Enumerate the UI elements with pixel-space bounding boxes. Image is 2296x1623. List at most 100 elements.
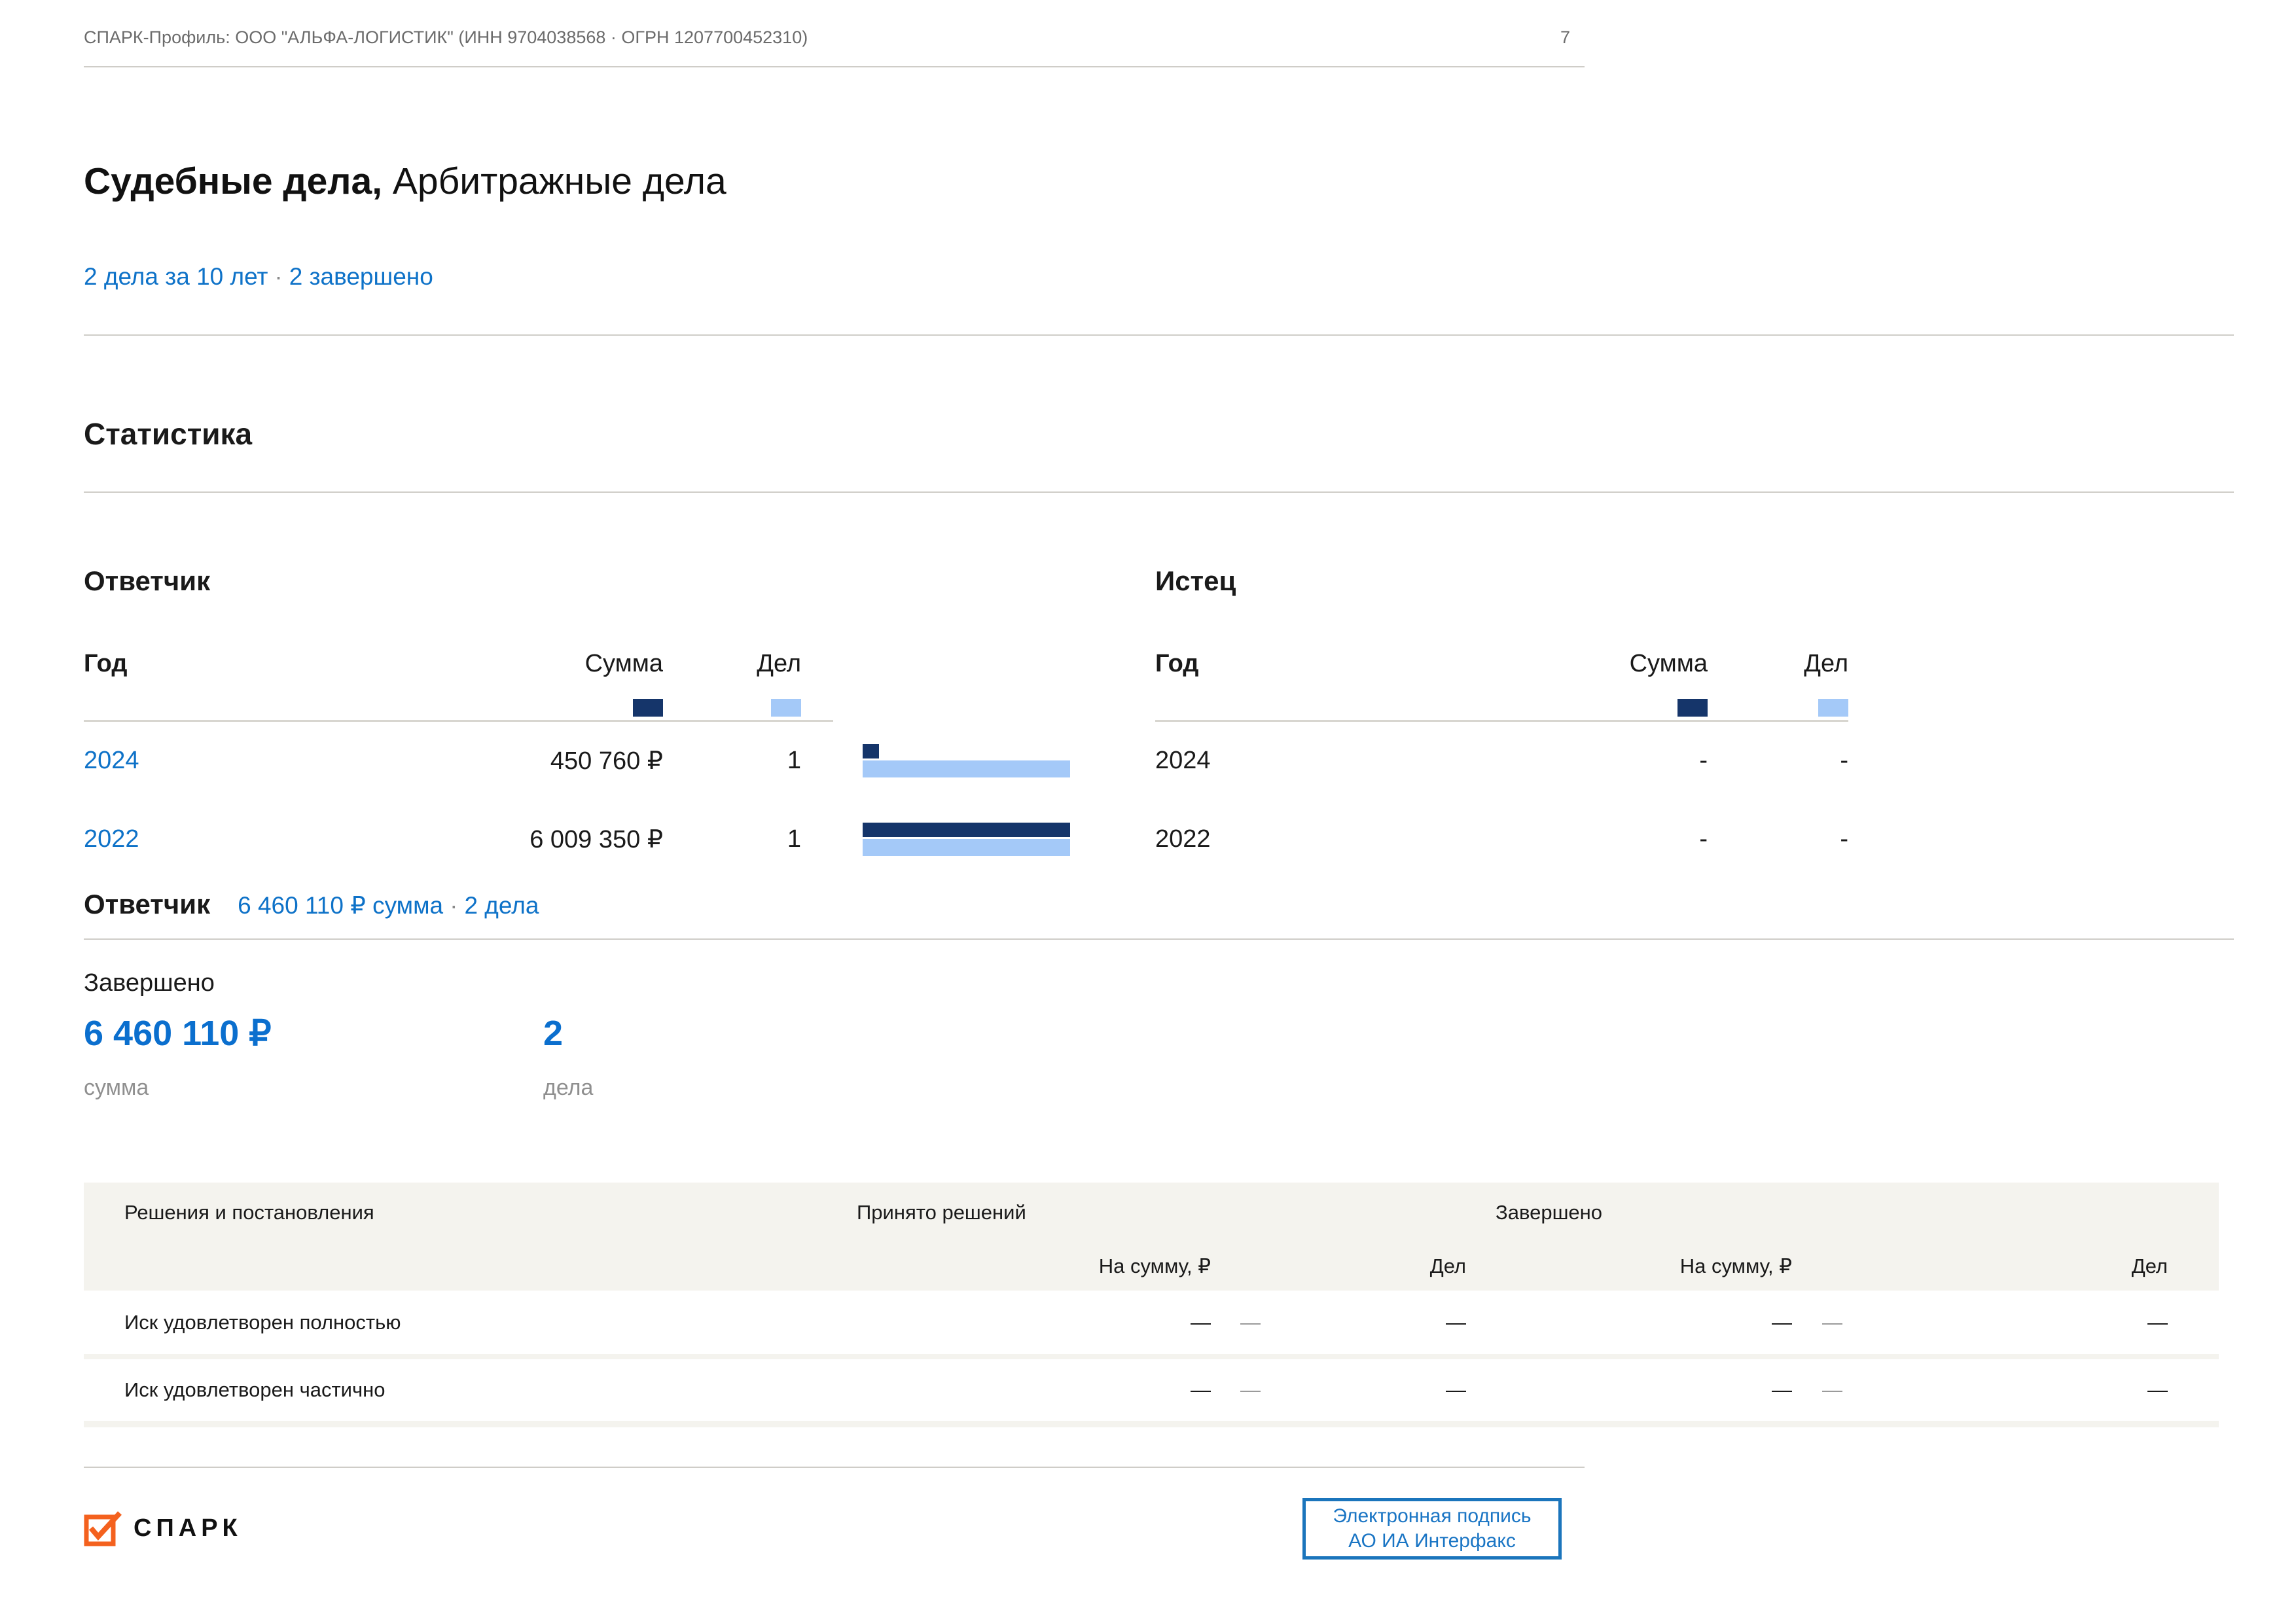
- col-year: Год: [1155, 649, 1299, 679]
- year-link-2022[interactable]: 2022: [84, 825, 228, 853]
- defendant-sum-link[interactable]: 6 460 110 ₽ сумма: [238, 891, 443, 919]
- divider: [84, 334, 2234, 336]
- accepted-sum-value: —: [738, 1311, 1211, 1334]
- kpi-sum-value: 6 460 110 ₽: [84, 1012, 543, 1055]
- page-title-main: Судебные дела,: [84, 160, 382, 202]
- cases-value: 1: [663, 825, 801, 853]
- table-row: 2022 6 009 350 ₽ 1: [84, 800, 1070, 879]
- year-value: 2024: [1155, 747, 1299, 775]
- kpi-cases-label: дела: [543, 1075, 2234, 1101]
- spark-logo: СПАРК: [84, 1508, 242, 1548]
- col-cases: Дел: [663, 649, 801, 679]
- page-footer: СПАРК Электронная подпись АО ИА Интерфак…: [84, 1468, 2234, 1599]
- col-decisions: Решения и постановления: [124, 1201, 374, 1224]
- defendant-cases-link[interactable]: 2 дела: [464, 892, 539, 919]
- bar-chart-2024: [863, 744, 1070, 777]
- doc-header-title: СПАРК-Профиль: ООО "АЛЬФА-ЛОГИСТИК" (ИНН…: [84, 27, 808, 48]
- digital-signature-stamp[interactable]: Электронная подпись АО ИА Интерфакс: [1302, 1498, 1562, 1560]
- legend: [1155, 699, 1848, 717]
- page-number: 7: [1560, 27, 1570, 48]
- cases-value: -: [1708, 747, 1848, 775]
- kpi-sum-label: сумма: [84, 1075, 543, 1101]
- cases-bar: [863, 839, 1070, 856]
- completed-kpis: 6 460 110 ₽ сумма 2 дела: [84, 1012, 2234, 1102]
- page-title-sub: Арбитражные дела: [382, 160, 726, 202]
- accepted-cases-value: —: [1261, 1311, 1466, 1334]
- accepted-sum-sub-value: —: [1211, 1378, 1261, 1402]
- finished-cases-value: —: [1842, 1378, 2168, 1402]
- bar-chart-2022: [863, 823, 1070, 856]
- page-title: Судебные дела, Арбитражные дела: [84, 159, 2234, 204]
- col-finished-cases: Дел: [1842, 1255, 2168, 1278]
- decisions-table-header: Решения и постановления Принято решений …: [84, 1183, 2219, 1291]
- defendant-total-heading: Ответчик: [84, 888, 210, 921]
- legend: [84, 699, 833, 717]
- accepted-sum-sub-value: —: [1211, 1311, 1261, 1334]
- page: СПАРК-Профиль: ООО "АЛЬФА-ЛОГИСТИК" (ИНН…: [84, 0, 2234, 1599]
- sum-value: -: [1299, 825, 1708, 853]
- kpi-cases-value: 2: [543, 1012, 2234, 1055]
- group-finished: Завершено: [1496, 1201, 1602, 1224]
- defendant-total-line: Ответчик 6 460 110 ₽ сумма·2 дела: [84, 888, 2234, 921]
- cases-bar: [863, 760, 1070, 777]
- cases-count-link[interactable]: 2 дела за 10 лет: [84, 263, 268, 290]
- accepted-sum-value: —: [738, 1378, 1211, 1402]
- defendant-table-header: Год Сумма Дел: [84, 649, 833, 722]
- legend-cases-swatch: [1818, 699, 1848, 717]
- col-year: Год: [84, 649, 228, 679]
- decision-name: Иск удовлетворен полностью: [84, 1311, 738, 1334]
- col-cases: Дел: [1708, 649, 1848, 679]
- table-row: 2024 - -: [1155, 722, 2241, 800]
- finished-count-link[interactable]: 2 завершено: [289, 263, 433, 290]
- sum-bar: [863, 744, 879, 758]
- finished-sum-sub-value: —: [1792, 1311, 1842, 1334]
- table-row: Иск удовлетворен частично — — — — — —: [84, 1359, 2219, 1427]
- cases-value: 1: [663, 747, 801, 775]
- table-row: 2024 450 760 ₽ 1: [84, 722, 1070, 800]
- kpi-cases: 2 дела: [543, 1012, 2234, 1102]
- sum-value: 6 009 350 ₽: [228, 825, 663, 854]
- divider: [84, 938, 2234, 940]
- statistics-tables: Ответчик Год Сумма Дел 2024 450 760 ₽ 1: [84, 565, 2234, 879]
- decisions-table: Решения и постановления Принято решений …: [84, 1183, 2219, 1427]
- dot-separator: ·: [268, 263, 289, 290]
- col-accepted-cases: Дел: [1261, 1255, 1466, 1278]
- finished-sum-value: —: [1466, 1311, 1792, 1334]
- dot-separator: ·: [443, 892, 464, 919]
- col-finished-sum: На сумму, ₽: [1466, 1255, 1792, 1278]
- col-sum: Сумма: [1299, 649, 1708, 679]
- finished-sum-sub-value: —: [1792, 1378, 1842, 1402]
- legend-sum-swatch: [633, 699, 663, 717]
- legend-sum-swatch: [1677, 699, 1708, 717]
- table-row: Иск удовлетворен полностью — — — — — —: [84, 1291, 2219, 1359]
- running-header: СПАРК-Профиль: ООО "АЛЬФА-ЛОГИСТИК" (ИНН…: [84, 0, 1585, 67]
- finished-cases-value: —: [1842, 1311, 2168, 1334]
- table-row: 2022 - -: [1155, 800, 2241, 879]
- cases-value: -: [1708, 825, 1848, 853]
- stamp-line2: АО ИА Интерфакс: [1348, 1529, 1516, 1554]
- completed-heading: Завершено: [84, 969, 2234, 999]
- year-value: 2022: [1155, 825, 1299, 853]
- sum-bar: [863, 823, 1070, 837]
- summary-links: 2 дела за 10 лет·2 завершено: [84, 263, 2234, 291]
- decision-name: Иск удовлетворен частично: [84, 1378, 738, 1402]
- plaintiff-table-header: Год Сумма Дел: [1155, 649, 1848, 722]
- group-accepted: Принято решений: [857, 1201, 1026, 1224]
- statistics-heading: Статистика: [84, 416, 2234, 452]
- spark-logo-text: СПАРК: [134, 1514, 242, 1543]
- kpi-sum: 6 460 110 ₽ сумма: [84, 1012, 543, 1102]
- plaintiff-table: Истец Год Сумма Дел 2024 - - 2022: [1155, 565, 2241, 879]
- defendant-heading: Ответчик: [84, 565, 1070, 597]
- spark-checkbox-icon: [84, 1508, 123, 1548]
- col-accepted-sum: На сумму, ₽: [738, 1255, 1211, 1278]
- sum-value: -: [1299, 747, 1708, 775]
- finished-sum-value: —: [1466, 1378, 1792, 1402]
- year-link-2024[interactable]: 2024: [84, 747, 228, 775]
- plaintiff-heading: Истец: [1155, 565, 2241, 597]
- defendant-table: Ответчик Год Сумма Дел 2024 450 760 ₽ 1: [84, 565, 1070, 879]
- sum-value: 450 760 ₽: [228, 746, 663, 776]
- accepted-cases-value: —: [1261, 1378, 1466, 1402]
- stamp-line1: Электронная подпись: [1333, 1504, 1531, 1529]
- col-sum: Сумма: [228, 649, 663, 679]
- legend-cases-swatch: [771, 699, 801, 717]
